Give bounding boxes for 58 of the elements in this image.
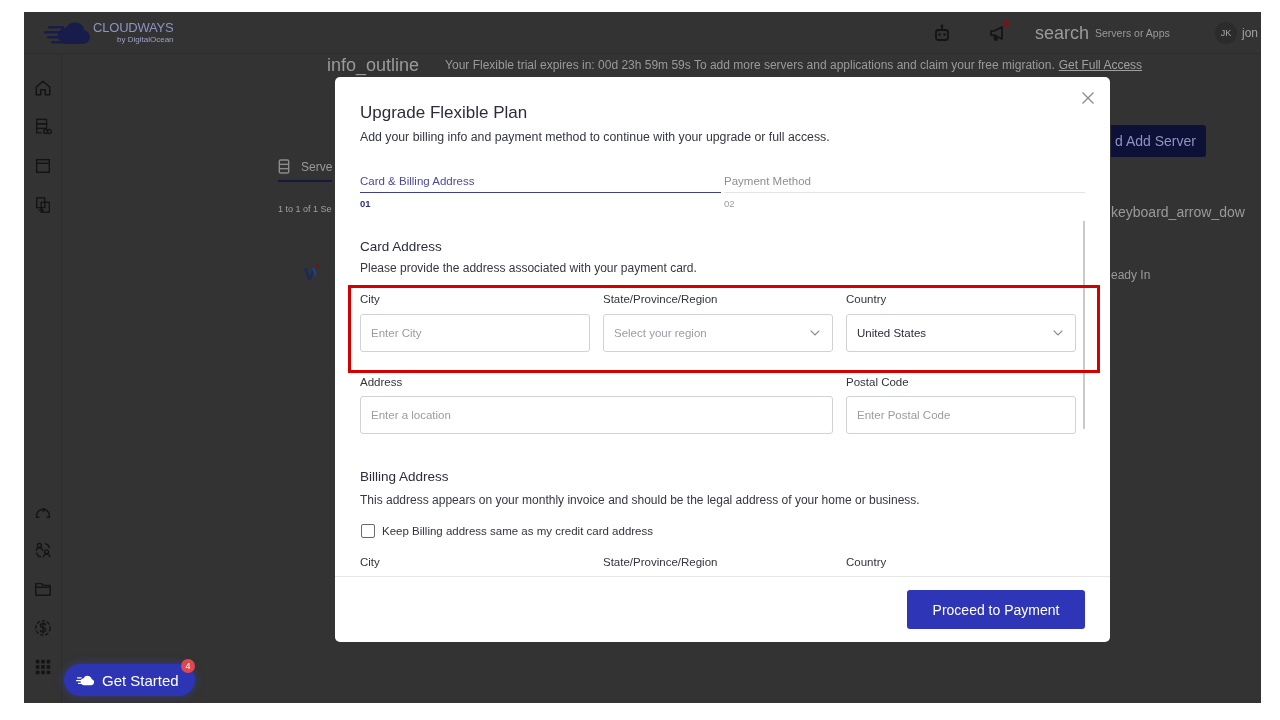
input-field[interactable]: Enter a location	[360, 396, 833, 434]
step-number: 02	[724, 198, 736, 210]
info-label: info_outline	[327, 54, 420, 76]
folder-icon[interactable]	[33, 580, 52, 598]
server-icon[interactable]	[33, 118, 52, 136]
cloud-logo-icon[interactable]	[44, 19, 92, 46]
cloud-icon	[76, 674, 95, 686]
step-tab[interactable]: Card & Billing Address	[360, 173, 721, 193]
field-label: Country	[846, 292, 887, 307]
field-label: Postal Code	[846, 375, 909, 390]
user-name[interactable]: jon	[1242, 25, 1259, 40]
documents-icon[interactable]	[33, 196, 52, 214]
user-switch-icon[interactable]	[33, 541, 52, 559]
field-label: Address	[360, 375, 403, 390]
home-icon[interactable]	[33, 79, 52, 97]
modal-subtitle: Add your billing info and payment method to continue with your upgrade or full access.	[360, 129, 831, 146]
chevron-down-icon	[1053, 330, 1063, 336]
checkbox[interactable]	[361, 524, 375, 538]
grid-icon[interactable]	[33, 658, 52, 676]
step-number: 01	[360, 198, 372, 210]
full-access-link[interactable]: Get Full Access	[1058, 58, 1143, 72]
section-description: Please provide the address associated with your payment card.	[360, 260, 698, 276]
chevron-down-icon	[810, 330, 820, 336]
field-label: State/Province/Region	[603, 292, 718, 307]
input-field[interactable]: Enter City	[360, 314, 590, 352]
user-avatar[interactable]: JK	[1215, 21, 1238, 44]
section-heading: Billing Address	[360, 468, 450, 486]
add-server-button[interactable]: d Add Server	[1111, 125, 1206, 157]
result-count: 1 to 1 of 1 Se	[278, 204, 332, 214]
search-label: search	[1035, 21, 1090, 44]
select-field[interactable]: United States	[846, 314, 1076, 352]
server-icon	[278, 159, 290, 174]
field-label: Country	[846, 555, 887, 570]
dropdown-label[interactable]: keyboard_arrow_dow	[1111, 204, 1245, 220]
megaphone-icon[interactable]	[988, 23, 1006, 42]
brand-name: CLOUDWAYS	[93, 21, 174, 35]
tab[interactable]: Serve	[278, 159, 333, 182]
brand-tagline: by DigitalOcean	[117, 35, 174, 44]
window-icon[interactable]	[33, 157, 52, 175]
close-icon[interactable]	[1082, 92, 1094, 104]
section-description: This address appears on your monthly invoice and should be the legal address of your home or business.	[360, 492, 921, 508]
dollar-coin-icon[interactable]	[33, 619, 52, 637]
step-tab[interactable]: Payment Method	[724, 173, 1085, 193]
status-text: eady In	[1111, 268, 1151, 282]
input-field[interactable]: Enter Postal Code	[846, 396, 1076, 434]
section-heading: Card Address	[360, 238, 443, 256]
field-label: City	[360, 292, 380, 307]
modal-title: Upgrade Flexible Plan	[360, 102, 529, 124]
search-field[interactable]: Servers or Apps	[1095, 26, 1208, 39]
notification-badge: 4	[181, 659, 195, 673]
proceed-button[interactable]: Proceed to Payment	[907, 590, 1085, 629]
robot-icon[interactable]	[933, 23, 951, 42]
trial-message: Your Flexible trial expires in: 00d 23h 59m 59s To add more servers and applications and claim your free migration.	[445, 58, 1055, 72]
checkbox-label: Keep Billing address same as my credit card address	[382, 525, 653, 537]
app-logo-icon	[304, 264, 320, 280]
field-label: City	[360, 555, 380, 570]
scrollbar-thumb[interactable]	[1083, 221, 1085, 429]
field-label: State/Province/Region	[603, 555, 718, 570]
